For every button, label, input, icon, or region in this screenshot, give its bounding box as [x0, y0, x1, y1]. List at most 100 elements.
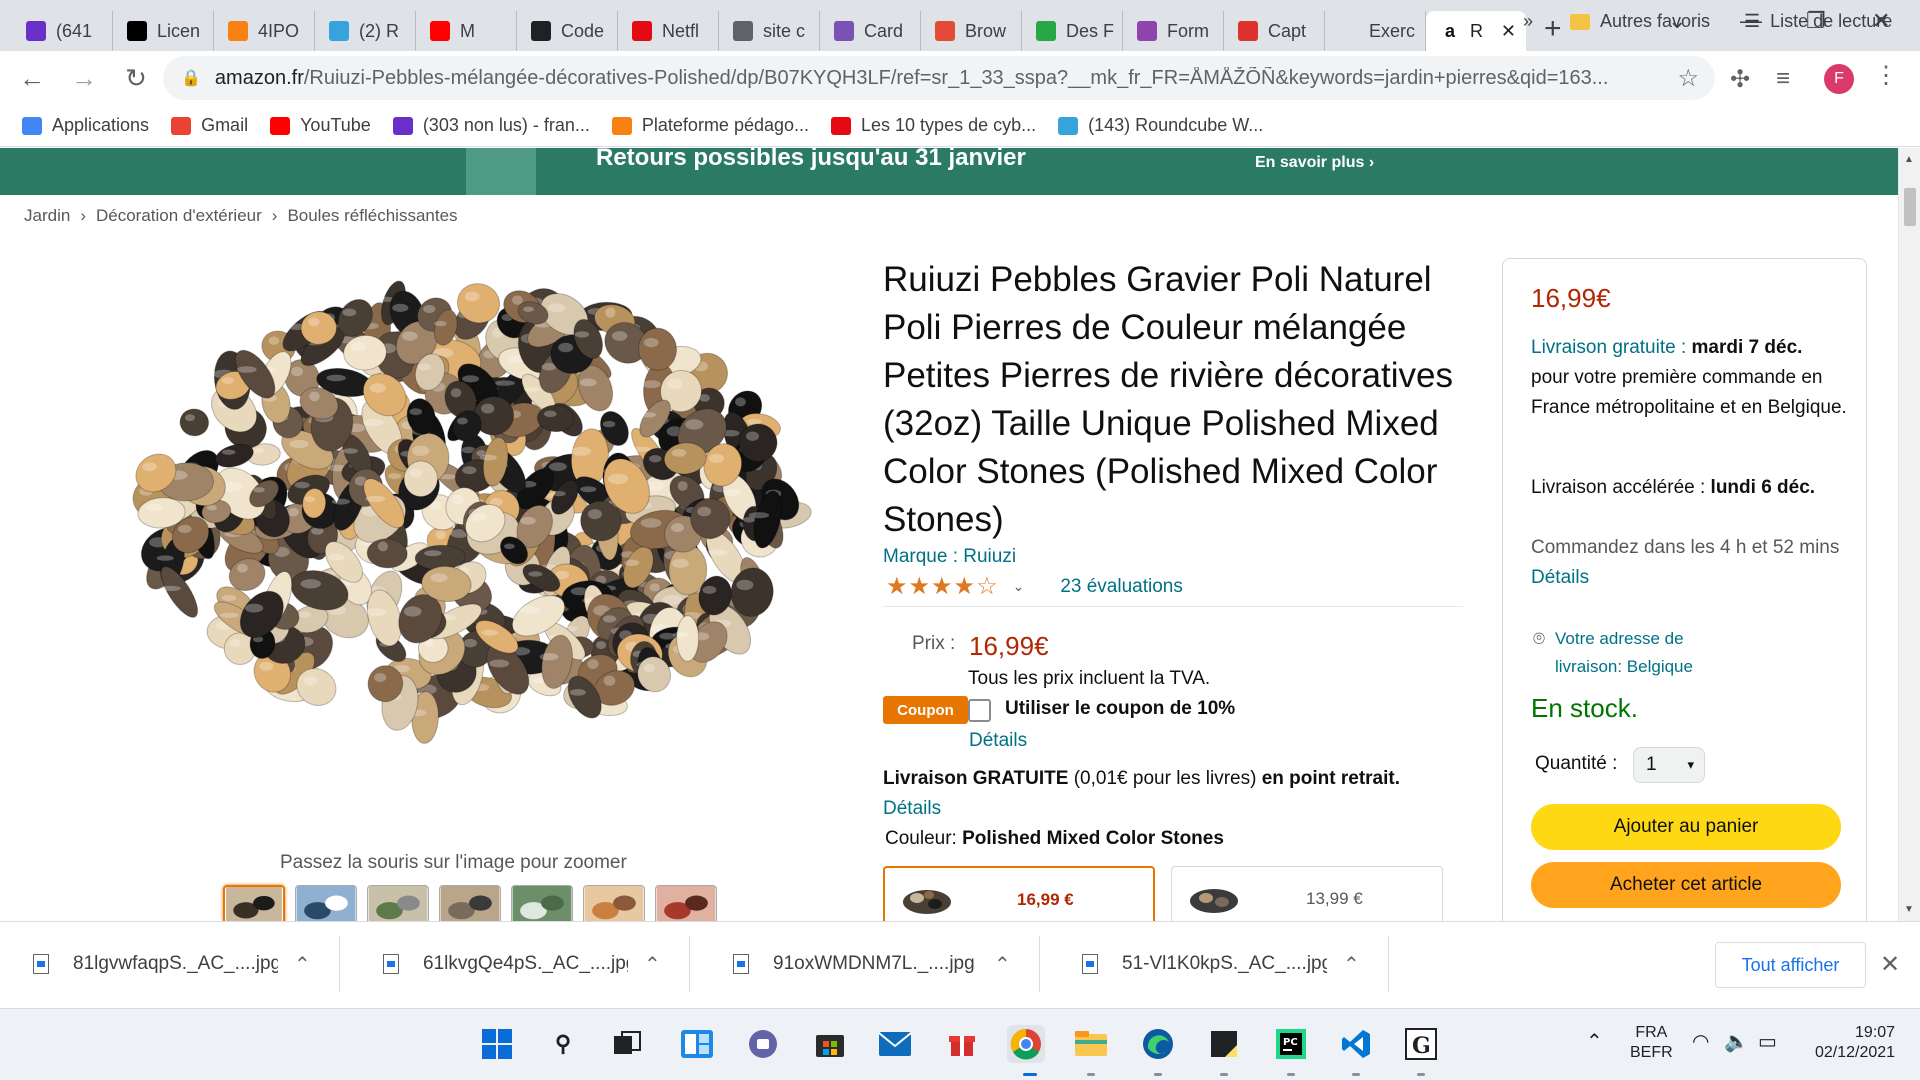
chevron-down-icon[interactable]: ⌄ — [1013, 578, 1025, 595]
chevron-up-icon[interactable]: ⌃ — [644, 952, 661, 977]
tray-chevron-up-icon[interactable]: ⌃ — [1586, 1029, 1603, 1054]
profile-avatar[interactable]: F — [1824, 64, 1854, 94]
tab[interactable]: 4IPO — [214, 11, 315, 51]
coupon-text[interactable]: Utiliser le coupon de 10% — [1005, 698, 1235, 720]
tab[interactable]: Capt — [1224, 11, 1325, 51]
tab[interactable]: Code — [517, 11, 618, 51]
tab[interactable]: site c — [719, 11, 820, 51]
language-indicator[interactable]: FRA BEFR — [1630, 1023, 1673, 1063]
pycharm-icon[interactable]: PC — [1272, 1025, 1310, 1063]
download-item[interactable]: 61lkvgQe4pS._AC_....jpg ⌃ — [350, 936, 690, 992]
download-item[interactable]: 81lgvwfaqpS._AC_....jpg ⌃ — [0, 936, 340, 992]
page-scrollbar[interactable]: ▲ ▼ — [1898, 148, 1920, 921]
tab[interactable]: Form — [1123, 11, 1224, 51]
breadcrumb-item[interactable]: Jardin — [24, 206, 70, 226]
bookmark-item[interactable]: (303 non lus) - fran... — [392, 115, 590, 136]
gift-app-icon[interactable] — [943, 1025, 981, 1063]
bookmark-item[interactable]: Plateforme pédago... — [611, 115, 809, 136]
microsoft-store-icon[interactable] — [811, 1025, 849, 1063]
chrome-menu-icon[interactable]: ⋮ — [1874, 61, 1898, 90]
other-bookmarks-folder[interactable]: Autres favoris — [1570, 11, 1710, 32]
extensions-puzzle-icon[interactable]: ✣ — [1730, 65, 1750, 94]
tab[interactable]: Card — [820, 11, 921, 51]
wifi-icon[interactable]: ◠ — [1692, 1029, 1709, 1054]
coupon-details-link[interactable]: Détails — [969, 730, 1027, 752]
reload-icon[interactable]: ↻ — [116, 58, 156, 98]
delivery-address[interactable]: ⌾ Votre adresse de livraison: Belgique — [1533, 625, 1725, 681]
forward-icon[interactable]: → — [64, 58, 104, 98]
thumbnail[interactable] — [655, 885, 717, 921]
banner-learn-more-link[interactable]: En savoir plus › — [1255, 154, 1374, 172]
tab-active[interactable]: a R ✕ — [1426, 11, 1526, 51]
g-app-icon[interactable]: G — [1402, 1025, 1440, 1063]
star-rating-icon[interactable]: ★★★★☆ — [886, 572, 999, 601]
order-details-link[interactable]: Détails — [1531, 567, 1589, 588]
bookmark-star-icon[interactable]: ☆ — [1677, 64, 1699, 93]
breadcrumb-item[interactable]: Boules réfléchissantes — [287, 206, 457, 226]
task-view-icon[interactable] — [608, 1025, 646, 1063]
scrollbar-thumb[interactable] — [1904, 188, 1916, 226]
bookmarks-overflow[interactable]: » — [1523, 11, 1533, 32]
mail-app-icon[interactable] — [876, 1025, 914, 1063]
bookmark-item[interactable]: Les 10 types de cyb... — [831, 115, 1036, 136]
teams-chat-icon[interactable] — [744, 1025, 782, 1063]
bookmark-item[interactable]: YouTube — [270, 115, 371, 136]
vscode-icon[interactable] — [1337, 1025, 1375, 1063]
rating[interactable]: ★★★★☆ ⌄ 23 évaluations — [886, 572, 1183, 601]
download-item[interactable]: 91oxWMDNM7L._....jpg ⌃ — [700, 936, 1040, 992]
tab[interactable]: (641 — [12, 11, 113, 51]
thumbnail-selected[interactable] — [223, 885, 285, 921]
variant-option[interactable]: 13,99 € — [1171, 866, 1443, 921]
thumbnail[interactable] — [295, 885, 357, 921]
thumbnail[interactable] — [367, 885, 429, 921]
battery-icon[interactable]: ▭ — [1758, 1029, 1777, 1054]
show-all-downloads-button[interactable]: Tout afficher — [1715, 942, 1866, 988]
product-image[interactable] — [86, 248, 856, 768]
chevron-up-icon[interactable]: ⌃ — [1343, 952, 1360, 977]
free-delivery-link[interactable]: Livraison gratuite : — [1531, 337, 1686, 358]
tab[interactable]: (2) R — [315, 11, 416, 51]
thumbnail[interactable] — [439, 885, 501, 921]
tab[interactable]: Exerc — [1325, 11, 1426, 51]
scroll-up-arrow-icon[interactable]: ▲ — [1904, 154, 1914, 165]
widgets-icon[interactable] — [678, 1025, 716, 1063]
volume-icon[interactable]: 🔈 — [1724, 1029, 1749, 1054]
bookmark-item[interactable]: (143) Roundcube W... — [1058, 115, 1263, 136]
new-tab-icon[interactable]: + — [1544, 12, 1562, 46]
sticky-notes-icon[interactable] — [1205, 1025, 1243, 1063]
coupon-checkbox[interactable] — [968, 699, 991, 722]
scroll-down-arrow-icon[interactable]: ▼ — [1904, 904, 1914, 915]
bookmark-item[interactable]: Applications — [22, 115, 149, 136]
chrome-icon[interactable] — [1007, 1025, 1045, 1063]
address-bar[interactable]: 🔒 amazon.fr /Ruiuzi-Pebbles-mélangée-déc… — [163, 56, 1715, 100]
breadcrumb-item[interactable]: Décoration d'extérieur — [96, 206, 262, 226]
tab[interactable]: Des F — [1022, 11, 1123, 51]
chevron-up-icon[interactable]: ⌃ — [994, 952, 1011, 977]
start-menu-icon[interactable] — [478, 1025, 516, 1063]
close-downloads-icon[interactable]: ✕ — [1880, 950, 1900, 979]
search-icon[interactable]: ⚲ — [544, 1025, 582, 1063]
promo-banner[interactable]: Retours possibles jusqu'au 31 janvier En… — [0, 148, 1898, 195]
variant-option-selected[interactable]: 16,99 € — [883, 866, 1155, 921]
brand-link[interactable]: Marque : Ruiuzi — [883, 546, 1016, 568]
system-clock[interactable]: 19:07 02/12/2021 — [1815, 1023, 1895, 1063]
reading-list[interactable]: ☰ Liste de lecture — [1744, 11, 1892, 32]
thumbnail[interactable] — [511, 885, 573, 921]
edge-icon[interactable] — [1139, 1025, 1177, 1063]
bookmark-item[interactable]: Gmail — [171, 115, 248, 136]
download-item[interactable]: 51-Vl1K0kpS._AC_....jpg ⌃ — [1049, 936, 1389, 992]
buy-now-button[interactable]: Acheter cet article — [1531, 862, 1841, 908]
file-explorer-icon[interactable] — [1072, 1025, 1110, 1063]
quantity-select[interactable]: 1 ▾ — [1633, 747, 1705, 783]
close-tab-icon[interactable]: ✕ — [1501, 21, 1516, 42]
reviews-link[interactable]: 23 évaluations — [1060, 576, 1183, 598]
tab[interactable]: Netfl — [618, 11, 719, 51]
add-to-cart-button[interactable]: Ajouter au panier — [1531, 804, 1841, 850]
tab[interactable]: Brow — [921, 11, 1022, 51]
thumbnail[interactable] — [583, 885, 645, 921]
tab[interactable]: M — [416, 11, 517, 51]
chevron-up-icon[interactable]: ⌃ — [294, 952, 311, 977]
tab[interactable]: Licen — [113, 11, 214, 51]
delivery-details-link[interactable]: Détails — [883, 798, 941, 820]
back-icon[interactable]: ← — [12, 58, 52, 98]
